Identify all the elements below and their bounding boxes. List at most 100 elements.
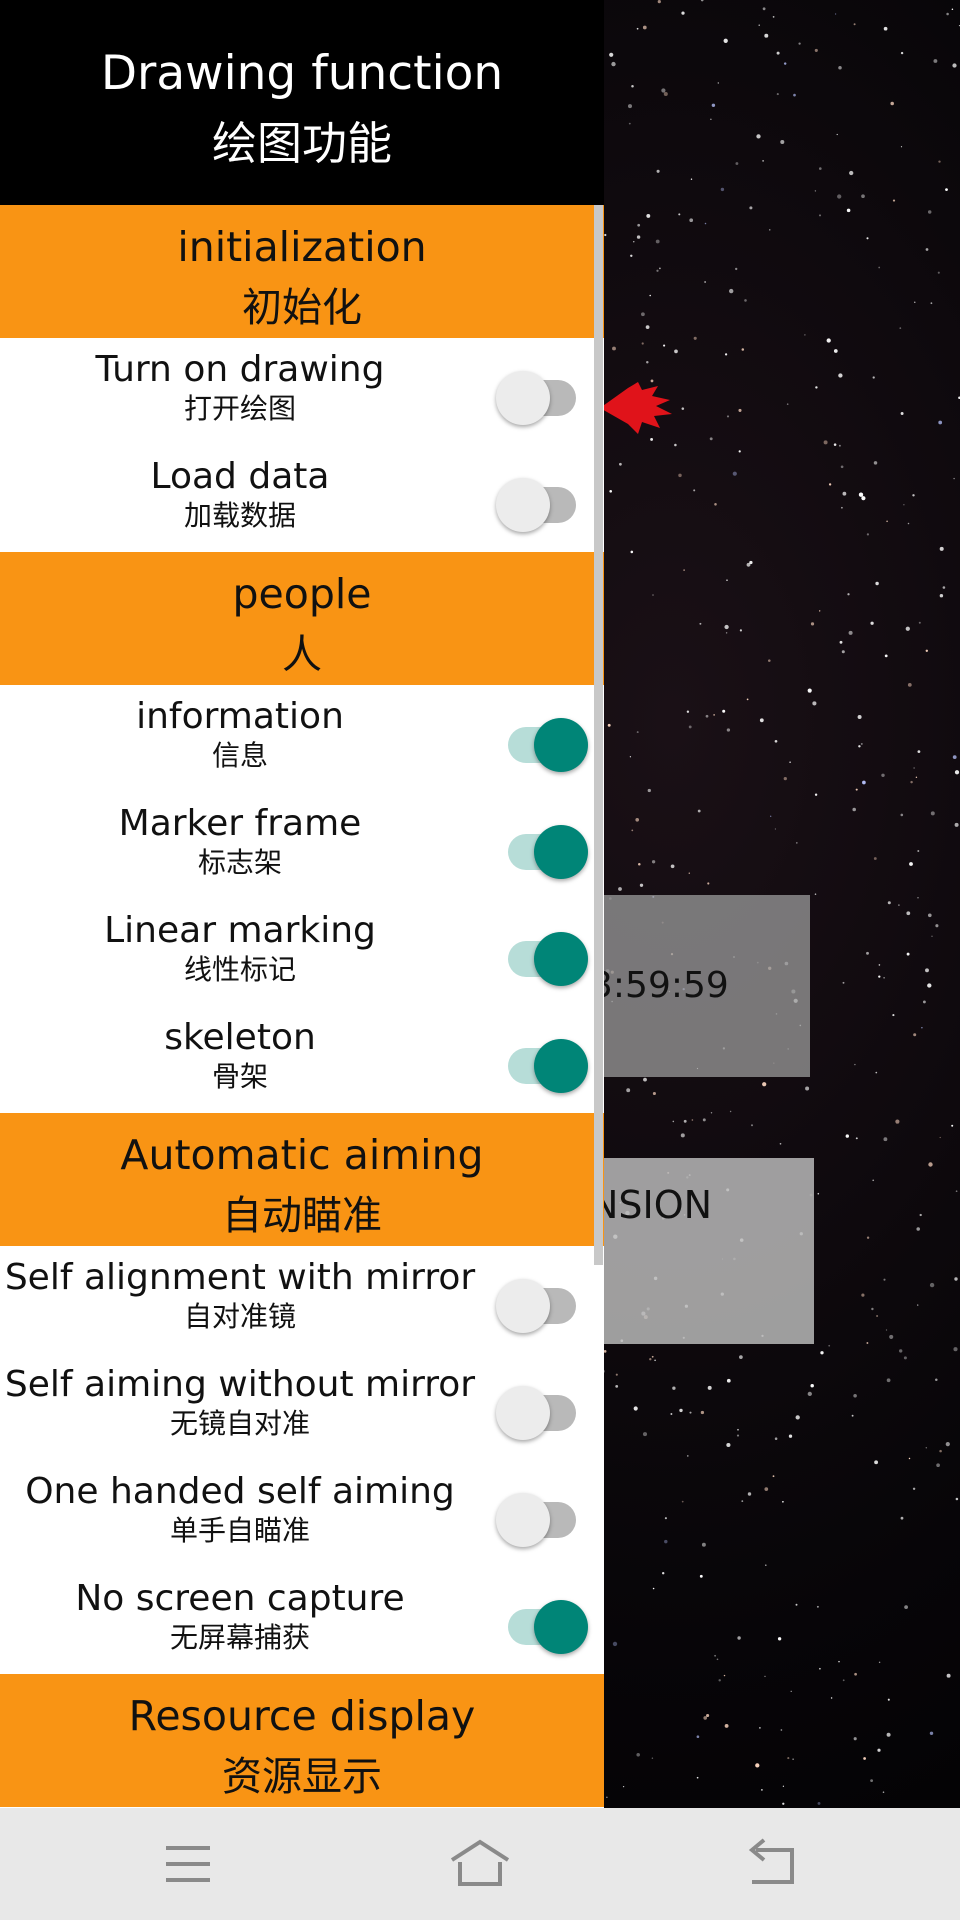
- star: [651, 1757, 654, 1759]
- star: [877, 1748, 881, 1752]
- star: [837, 194, 842, 199]
- star: [756, 134, 761, 139]
- star: [907, 522, 910, 525]
- star: [770, 815, 772, 817]
- star: [672, 1120, 675, 1123]
- setting-label-en: Load data: [150, 456, 330, 497]
- toggle-switch[interactable]: [504, 818, 588, 879]
- star: [946, 1673, 951, 1678]
- star: [651, 860, 656, 864]
- star: [830, 1697, 833, 1699]
- setting-label-zh: 骨架: [211, 1060, 268, 1093]
- star: [729, 1110, 732, 1113]
- star: [861, 496, 866, 501]
- setting-label-zh: 线性标记: [183, 953, 296, 986]
- star: [688, 872, 691, 874]
- setting-row[interactable]: No screen capture 无屏幕捕获: [0, 1567, 604, 1674]
- star: [789, 761, 791, 763]
- star: [609, 489, 613, 493]
- toggle-switch[interactable]: [504, 925, 588, 986]
- star: [738, 408, 742, 412]
- menu-icon[interactable]: [158, 1836, 218, 1892]
- star: [819, 167, 822, 170]
- toggle-switch[interactable]: [504, 1032, 588, 1093]
- star: [866, 951, 869, 955]
- star: [860, 742, 863, 745]
- toggle-switch[interactable]: [496, 1379, 576, 1440]
- system-nav-bar: [0, 1808, 960, 1920]
- setting-row[interactable]: skeleton 骨架: [0, 1006, 604, 1113]
- star: [627, 104, 633, 109]
- star: [631, 84, 634, 88]
- star: [846, 208, 851, 213]
- star: [737, 1428, 739, 1431]
- setting-row[interactable]: One handed self aiming 单手自瞄准: [0, 1460, 604, 1567]
- star: [842, 1679, 845, 1682]
- star: [872, 376, 875, 379]
- star: [817, 1192, 820, 1195]
- star: [885, 1329, 888, 1331]
- star: [735, 267, 738, 271]
- setting-row[interactable]: Self aiming without mirror 无镜自对准: [0, 1353, 604, 1460]
- panel-scroll-list[interactable]: initialization 初始化 Turn on drawing 打开绘图 Load…: [0, 205, 604, 1808]
- toggle-thumb: [496, 371, 550, 425]
- toggle-switch[interactable]: [504, 1593, 588, 1654]
- back-icon[interactable]: [742, 1836, 802, 1892]
- star: [746, 698, 749, 701]
- toggle-switch[interactable]: [504, 711, 588, 772]
- star: [887, 901, 891, 905]
- star: [795, 1603, 798, 1606]
- panel-scrollbar[interactable]: [594, 205, 603, 1265]
- star: [772, 1475, 775, 1478]
- setting-label-zh: 无屏幕捕获: [169, 1621, 310, 1654]
- setting-row[interactable]: information 信息: [0, 685, 604, 792]
- toggle-switch[interactable]: [496, 1272, 576, 1333]
- setting-label-en: Turn on drawing: [95, 349, 385, 390]
- star: [780, 1729, 783, 1731]
- star: [939, 546, 944, 551]
- toggle-switch[interactable]: [496, 1486, 576, 1547]
- star: [737, 1636, 741, 1640]
- star: [807, 688, 812, 693]
- star: [626, 1088, 631, 1093]
- star: [707, 1385, 712, 1390]
- star: [795, 1415, 800, 1420]
- star: [679, 1408, 683, 1413]
- star: [749, 560, 753, 565]
- star: [839, 640, 843, 644]
- setting-row[interactable]: Turn on drawing 打开绘图: [0, 338, 604, 445]
- toggle-switch[interactable]: [496, 364, 576, 425]
- star: [764, 33, 769, 38]
- setting-label: Load data 加载数据: [0, 445, 480, 533]
- panel-title-zh: 绘图功能: [211, 117, 392, 170]
- setting-row[interactable]: Self alignment with mirror 自对准镜: [0, 1246, 604, 1353]
- toggle-switch[interactable]: [496, 471, 576, 532]
- setting-row[interactable]: Linear marking 线性标记: [0, 899, 604, 1006]
- star: [922, 1000, 926, 1004]
- setting-row[interactable]: Marker frame 标志架: [0, 792, 604, 899]
- home-icon[interactable]: [450, 1836, 510, 1892]
- star: [903, 504, 905, 506]
- star: [699, 622, 702, 625]
- star: [716, 1658, 719, 1661]
- star: [912, 1487, 916, 1491]
- star: [842, 981, 845, 984]
- star: [855, 1137, 858, 1140]
- star: [633, 241, 635, 243]
- setting-row[interactable]: Load data 加载数据: [0, 445, 604, 552]
- star: [917, 897, 919, 899]
- star: [720, 187, 725, 192]
- toggle-thumb: [496, 1493, 550, 1547]
- setting-label-zh: 自对准镜: [183, 1300, 296, 1333]
- star: [783, 776, 787, 781]
- star: [899, 1349, 903, 1353]
- setting-label-zh: 单手自瞄准: [169, 1514, 310, 1547]
- star: [875, 1071, 878, 1074]
- star: [663, 344, 666, 347]
- star: [892, 199, 896, 202]
- star: [749, 206, 753, 210]
- star: [726, 579, 728, 582]
- star: [655, 239, 660, 244]
- star: [871, 1307, 874, 1311]
- star: [678, 473, 682, 478]
